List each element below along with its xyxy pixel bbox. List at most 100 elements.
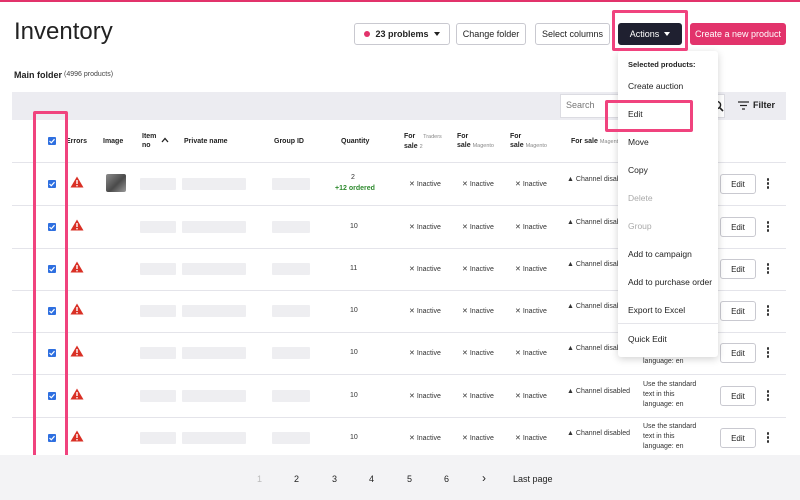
item-no-redacted (140, 221, 176, 233)
column-for-sale-traders[interactable]: For Traders sale 2 (404, 132, 442, 152)
column-errors[interactable]: Errors (66, 137, 87, 146)
close-icon: ✕ (515, 350, 521, 357)
column-image[interactable]: Image (103, 137, 123, 146)
page-2[interactable]: 2 (294, 474, 299, 484)
more-options-icon[interactable] (766, 389, 770, 403)
row-edit-button[interactable]: Edit (720, 428, 756, 448)
warning-small-icon: ▲ (567, 303, 574, 310)
menu-item-export-to-excel[interactable]: Export to Excel (628, 305, 685, 315)
menu-item-group: Group (628, 221, 652, 231)
page-6[interactable]: 6 (444, 474, 449, 484)
status-label: Inactive (469, 350, 494, 357)
close-icon: ✕ (409, 308, 415, 315)
more-options-icon[interactable] (766, 177, 770, 191)
quantity-value: 10 (350, 434, 358, 441)
warning-small-icon: ▲ (567, 261, 574, 268)
change-folder-button[interactable]: Change folder (456, 23, 526, 45)
sale-status: ✕ Inactive (515, 349, 547, 357)
page-5[interactable]: 5 (407, 474, 412, 484)
last-page-button[interactable]: Last page (513, 474, 553, 484)
more-options-icon[interactable] (766, 431, 770, 445)
for-label: For (457, 133, 469, 140)
channel-status: ▲ Channel disab (567, 303, 621, 310)
close-icon: ✕ (515, 435, 521, 442)
channel-label: Channel disab (575, 176, 621, 183)
status-label: Inactive (522, 435, 547, 442)
filter-icon (738, 100, 749, 110)
column-quantity[interactable]: Quantity (341, 137, 369, 146)
column-private-name[interactable]: Private name (184, 137, 228, 146)
more-options-icon[interactable] (766, 220, 770, 234)
error-warning-icon[interactable] (70, 345, 84, 357)
page-3[interactable]: 3 (332, 474, 337, 484)
close-icon: ✕ (462, 224, 468, 231)
row-edit-button[interactable]: Edit (720, 343, 756, 363)
description-line-1: Use the standard (643, 423, 697, 430)
menu-item-quick-edit[interactable]: Quick Edit (628, 334, 667, 344)
chevron-down-icon (433, 32, 440, 36)
status-label: Inactive (469, 224, 494, 231)
status-label: Inactive (416, 308, 441, 315)
quantity-value: 10 (350, 307, 358, 314)
item-no-redacted (140, 347, 176, 359)
error-warning-icon[interactable] (70, 388, 84, 400)
status-label: Inactive (469, 435, 494, 442)
more-options-icon[interactable] (766, 304, 770, 318)
sort-ascending-icon[interactable] (161, 137, 169, 143)
sale-status: ✕ Inactive (515, 180, 547, 188)
menu-item-add-to-campaign[interactable]: Add to campaign (628, 249, 692, 259)
highlight-actions-button (612, 10, 688, 51)
create-product-button[interactable]: Create a new product (690, 23, 786, 45)
item-no-redacted (140, 305, 176, 317)
row-edit-button[interactable]: Edit (720, 174, 756, 194)
group-id-redacted (272, 221, 310, 233)
close-icon: ✕ (409, 350, 415, 357)
row-edit-button[interactable]: Edit (720, 259, 756, 279)
next-page-button[interactable]: › (482, 471, 486, 485)
channel-status: ▲ Channel disabled (567, 430, 630, 437)
select-columns-button[interactable]: Select columns (535, 23, 610, 45)
sale-status: ✕ Inactive (515, 223, 547, 231)
more-options-icon[interactable] (766, 346, 770, 360)
column-for-sale-magento-2[interactable]: For sale Magento (510, 132, 547, 151)
error-warning-icon[interactable] (70, 430, 84, 442)
magento-label: Magento (472, 143, 494, 149)
channel-label: Channel disabled (575, 430, 630, 437)
error-warning-icon[interactable] (70, 261, 84, 273)
filter-button[interactable]: Filter (738, 100, 775, 110)
column-group-id[interactable]: Group ID (274, 137, 304, 146)
error-warning-icon[interactable] (70, 219, 84, 231)
column-for-sale-magento[interactable]: For sale Magento (457, 132, 494, 151)
column-for-sale-channel[interactable]: For sale Magento (571, 137, 621, 147)
sale-status: ✕ Inactive (462, 265, 494, 273)
menu-item-add-to-purchase-order[interactable]: Add to purchase order (628, 277, 712, 287)
page-title: Inventory (14, 18, 113, 45)
description-line-3: language: en (643, 358, 684, 365)
menu-item-move[interactable]: Move (628, 137, 649, 147)
product-image-cat[interactable] (106, 174, 126, 192)
problems-button[interactable]: 23 problems (354, 23, 450, 45)
pagination-bar (0, 455, 800, 500)
description-line-2: text in this (643, 433, 675, 440)
sale-status: ✕ Inactive (409, 349, 441, 357)
group-id-redacted (272, 432, 310, 444)
status-label: Inactive (522, 308, 547, 315)
menu-item-copy[interactable]: Copy (628, 165, 648, 175)
page-4[interactable]: 4 (369, 474, 374, 484)
row-edit-button[interactable]: Edit (720, 301, 756, 321)
more-options-icon[interactable] (766, 262, 770, 276)
channel-label: Channel disab (575, 303, 621, 310)
row-edit-button[interactable]: Edit (720, 217, 756, 237)
highlight-edit-item (605, 100, 693, 132)
column-item-no[interactable]: Item no (142, 132, 156, 150)
status-label: Inactive (469, 308, 494, 315)
close-icon: ✕ (409, 266, 415, 273)
sale-status: ✕ Inactive (462, 392, 494, 400)
menu-item-create-auction[interactable]: Create auction (628, 81, 683, 91)
page-1[interactable]: 1 (257, 474, 262, 484)
channel-label: Channel disabled (575, 388, 630, 395)
error-warning-icon[interactable] (70, 176, 84, 188)
error-warning-icon[interactable] (70, 303, 84, 315)
channel-label: Channel disab (575, 345, 621, 352)
row-edit-button[interactable]: Edit (720, 386, 756, 406)
